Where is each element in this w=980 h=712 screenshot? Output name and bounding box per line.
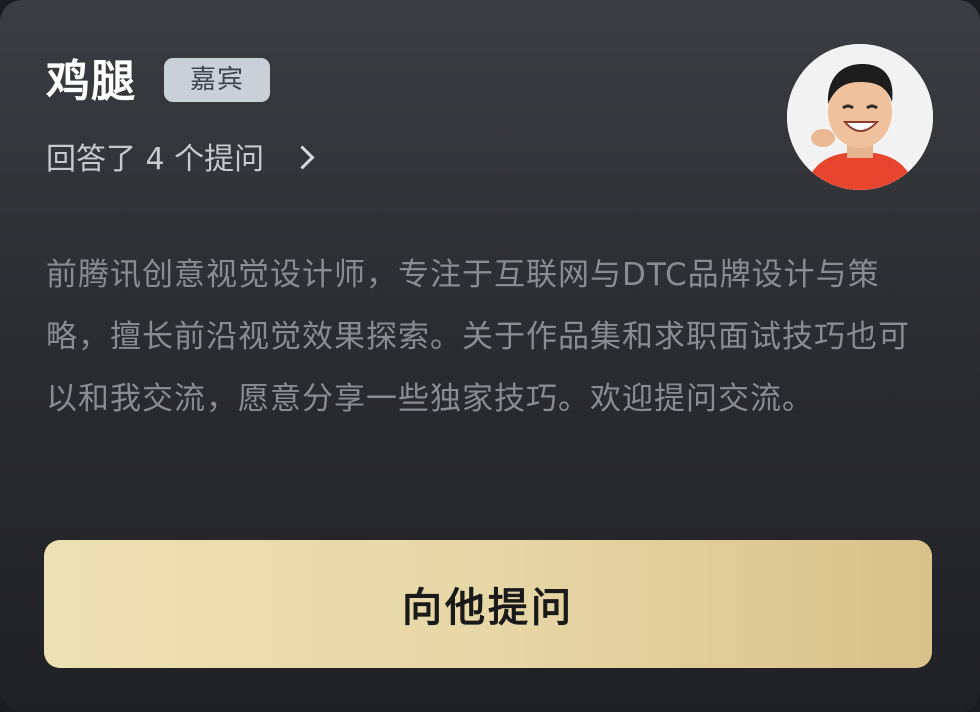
answered-questions-link[interactable]: 回答了 4 个提问: [46, 134, 315, 178]
answered-questions-label: 回答了 4 个提问: [46, 142, 265, 177]
ask-question-button[interactable]: 向他提问: [44, 540, 932, 668]
guest-badge: 嘉宾: [164, 58, 270, 102]
avatar[interactable]: [787, 44, 933, 190]
person-avatar-icon: [787, 44, 933, 190]
guest-name: 鸡腿: [46, 56, 136, 107]
chevron-right-icon: [290, 144, 315, 170]
guest-bio: 前腾讯创意视觉设计师，专注于互联网与DTC品牌设计与策略，擅长前沿视觉效果探索。…: [46, 257, 910, 417]
guest-profile-card: 鸡腿 嘉宾 回答了 4 个提问 前腾讯创意视觉设计师，专注于互联网与DTC品牌设…: [0, 0, 980, 712]
